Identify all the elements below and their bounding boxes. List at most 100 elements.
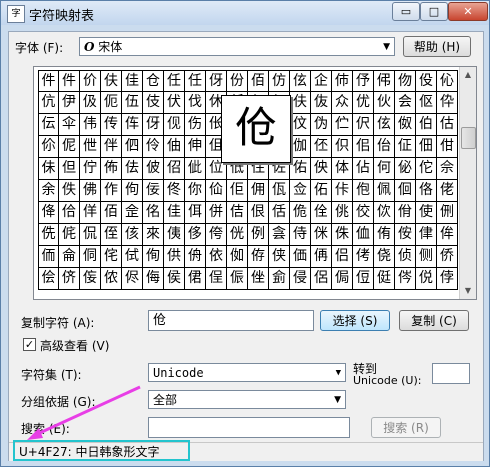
char-cell[interactable]: 伄 xyxy=(374,70,395,92)
char-cell[interactable]: 件 xyxy=(59,70,80,92)
select-button[interactable]: 选择 (S) xyxy=(320,310,390,331)
char-cell[interactable]: 伣 xyxy=(164,114,185,136)
char-cell[interactable]: 份 xyxy=(227,70,248,92)
char-cell[interactable]: 依 xyxy=(206,246,227,268)
char-cell[interactable]: 侦 xyxy=(395,246,416,268)
char-cell[interactable]: 侂 xyxy=(59,224,80,246)
char-cell[interactable]: 侭 xyxy=(122,268,143,290)
char-cell[interactable]: 伇 xyxy=(416,70,437,92)
close-button[interactable]: ✕ xyxy=(448,2,488,21)
char-cell[interactable]: 体 xyxy=(332,158,353,180)
char-cell[interactable]: 侍 xyxy=(290,224,311,246)
char-cell[interactable]: 伂 xyxy=(332,70,353,92)
char-cell[interactable]: 伏 xyxy=(164,92,185,114)
char-cell[interactable]: 侖 xyxy=(59,246,80,268)
char-cell[interactable]: 伿 xyxy=(332,136,353,158)
char-cell[interactable]: 伢 xyxy=(143,114,164,136)
char-cell[interactable]: 侪 xyxy=(59,268,80,290)
char-cell[interactable]: 佥 xyxy=(290,180,311,202)
char-cell[interactable]: 侞 xyxy=(227,246,248,268)
char-cell[interactable]: 侸 xyxy=(353,268,374,290)
char-cell[interactable]: 伉 xyxy=(38,92,59,114)
char-cell[interactable]: 伾 xyxy=(311,136,332,158)
char-cell[interactable]: 件 xyxy=(38,70,59,92)
char-cell[interactable]: 侺 xyxy=(395,268,416,290)
char-cell[interactable]: 伬 xyxy=(353,114,374,136)
char-cell[interactable]: 侢 xyxy=(311,246,332,268)
char-cell[interactable]: 伙 xyxy=(374,92,395,114)
char-cell[interactable]: 价 xyxy=(80,70,101,92)
char-cell[interactable]: 众 xyxy=(332,92,353,114)
char-cell[interactable]: 侐 xyxy=(353,224,374,246)
char-cell[interactable]: 佊 xyxy=(143,158,164,180)
char-cell[interactable]: 佶 xyxy=(227,202,248,224)
char-cell[interactable]: 伭 xyxy=(374,114,395,136)
char-cell[interactable]: 仿 xyxy=(269,70,290,92)
char-cell[interactable]: 伕 xyxy=(101,70,122,92)
char-cell[interactable]: 侣 xyxy=(332,246,353,268)
char-cell[interactable]: 伮 xyxy=(395,114,416,136)
char-cell[interactable]: 例 xyxy=(248,224,269,246)
char-cell[interactable]: 佡 xyxy=(206,180,227,202)
char-cell[interactable]: 侧 xyxy=(416,246,437,268)
char-cell[interactable]: 佴 xyxy=(185,202,206,224)
char-cell[interactable]: 伸 xyxy=(185,136,206,158)
char-cell[interactable]: 伃 xyxy=(353,70,374,92)
char-cell[interactable]: 佚 xyxy=(59,180,80,202)
char-cell[interactable]: 佀 xyxy=(353,136,374,158)
char-cell[interactable]: 伋 xyxy=(80,92,101,114)
title-bar[interactable]: 字 字符映射表 ▭ □ ✕ xyxy=(1,1,489,25)
minimize-button[interactable]: ▭ xyxy=(392,2,420,21)
char-cell[interactable]: 侯 xyxy=(164,268,185,290)
char-cell[interactable]: 侼 xyxy=(437,268,458,290)
char-cell[interactable]: 侤 xyxy=(353,246,374,268)
char-cell[interactable]: 伩 xyxy=(290,114,311,136)
char-cell[interactable]: 侘 xyxy=(101,246,122,268)
char-cell[interactable]: 佤 xyxy=(269,180,290,202)
char-cell[interactable]: 侊 xyxy=(227,224,248,246)
char-cell[interactable]: 侱 xyxy=(206,268,227,290)
copy-button[interactable]: 复制 (C) xyxy=(399,310,469,331)
char-cell[interactable]: 佱 xyxy=(122,202,143,224)
char-cell[interactable]: 佨 xyxy=(353,180,374,202)
char-cell[interactable]: 伝 xyxy=(38,114,59,136)
char-cell[interactable]: 侁 xyxy=(38,224,59,246)
scroll-down-arrow-icon[interactable]: ▼ xyxy=(460,283,476,299)
char-cell[interactable]: 侌 xyxy=(269,224,290,246)
char-cell[interactable]: 佃 xyxy=(416,136,437,158)
char-cell[interactable]: 供 xyxy=(164,246,185,268)
char-cell[interactable]: 佦 xyxy=(311,180,332,202)
char-cell[interactable]: 伪 xyxy=(311,114,332,136)
char-cell[interactable]: 侨 xyxy=(437,246,458,268)
char-cell[interactable]: 伛 xyxy=(416,92,437,114)
char-cell[interactable]: 佌 xyxy=(185,158,206,180)
char-cell[interactable]: 佖 xyxy=(395,158,416,180)
char-cell[interactable]: 佩 xyxy=(374,180,395,202)
char-cell[interactable]: 佬 xyxy=(437,180,458,202)
char-cell[interactable]: 伴 xyxy=(101,136,122,158)
char-cell[interactable]: 伢 xyxy=(206,70,227,92)
char-cell[interactable]: 会 xyxy=(395,92,416,114)
char-cell[interactable]: 伱 xyxy=(38,136,59,158)
char-cell[interactable]: 価 xyxy=(290,246,311,268)
char-cell[interactable]: 佟 xyxy=(164,180,185,202)
char-cell[interactable]: 估 xyxy=(437,114,458,136)
char-cell[interactable]: 何 xyxy=(374,158,395,180)
char-cell[interactable]: 佳 xyxy=(164,202,185,224)
char-cell[interactable]: 侲 xyxy=(227,268,248,290)
scroll-up-arrow-icon[interactable]: ▲ xyxy=(460,67,476,83)
char-cell[interactable]: 作 xyxy=(101,180,122,202)
char-cell[interactable]: 但 xyxy=(59,158,80,180)
char-cell[interactable]: 使 xyxy=(416,202,437,224)
char-cell[interactable]: 伞 xyxy=(59,114,80,136)
char-cell[interactable]: 侰 xyxy=(185,268,206,290)
char-cell[interactable]: 佧 xyxy=(332,180,353,202)
char-cell[interactable]: 侷 xyxy=(332,268,353,290)
char-cell[interactable]: 传 xyxy=(101,114,122,136)
char-cell[interactable]: 侅 xyxy=(122,224,143,246)
char-cell[interactable]: 侮 xyxy=(143,268,164,290)
char-cell[interactable]: 任 xyxy=(185,70,206,92)
char-cell[interactable]: 侏 xyxy=(332,224,353,246)
char-cell[interactable]: 侻 xyxy=(416,268,437,290)
char-cell[interactable]: 仓 xyxy=(143,70,164,92)
